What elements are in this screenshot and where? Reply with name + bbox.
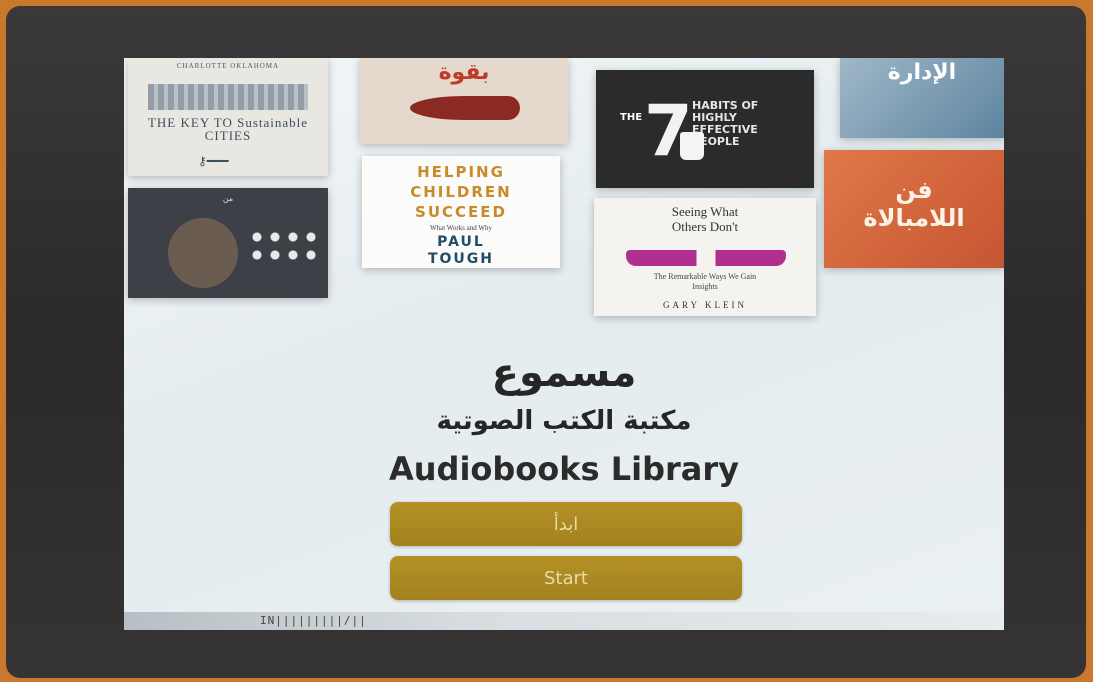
book-title: THE KEY TO Sustainable CITIES: [147, 115, 309, 143]
key-icon: ⚷━━━: [198, 154, 229, 168]
dots-graphic: [248, 228, 318, 268]
status-code: IN|||||||||/||: [260, 614, 367, 627]
app-screen: CHARLOTTE OKLAHOMA THE KEY TO Sustainabl…: [124, 58, 1004, 630]
book-title: بقوة: [438, 60, 490, 85]
book-title: HELPING CHILDREN SUCCEED: [410, 163, 512, 221]
book-title: الإدارة: [887, 60, 957, 85]
book-subtitle: The Remarkable Ways We Gain Insights: [653, 272, 757, 291]
brand-logo: مسموع: [491, 350, 637, 396]
start-button-ar[interactable]: ابدأ: [390, 502, 742, 546]
lute-graphic: [410, 96, 520, 120]
book-title: فن اللامبالاة: [863, 176, 965, 232]
sunglasses-graphic: [626, 250, 786, 266]
book-cover-ar-1[interactable]: بقوة: [360, 58, 568, 144]
book-cover-art-of-not-caring[interactable]: فن اللامبالاة: [824, 150, 1004, 268]
book-cover-management[interactable]: الإدارة: [840, 58, 1004, 138]
page-title-ar: مكتبة الكتب الصوتية: [436, 406, 692, 436]
book-author: PAUL TOUGH: [427, 234, 495, 267]
book-title: Seeing What Others Don't: [671, 204, 739, 234]
book-title: HABITS OF HIGHLY EFFECTIVE PEOPLE: [692, 99, 759, 148]
page-title-en: Audiobooks Library: [388, 450, 740, 488]
bottom-status-strip: IN|||||||||/||: [124, 612, 1004, 630]
city-skyline-graphic: [148, 84, 308, 110]
book-subtitle: What Works and Why: [430, 224, 492, 232]
kiosk-frame: CHARLOTTE OKLAHOMA THE KEY TO Sustainabl…: [6, 6, 1086, 678]
book-title-prefix: THE: [620, 112, 643, 123]
book-cover-7-habits[interactable]: THE 7 HABITS OF HIGHLY EFFECTIVE PEOPLE: [596, 70, 814, 188]
book-cover-helping-children[interactable]: HELPING CHILDREN SUCCEED What Works and …: [362, 156, 560, 268]
book-cover-seeing-what-others[interactable]: Seeing What Others Don't The Remarkable …: [594, 198, 816, 316]
book-author: GARY KLEIN: [663, 300, 747, 310]
face-illustration: [168, 218, 238, 288]
book-cover-ar-2[interactable]: من: [128, 188, 328, 298]
book-title: من: [222, 194, 234, 203]
book-cover-sustainable-cities[interactable]: CHARLOTTE OKLAHOMA THE KEY TO Sustainabl…: [128, 58, 328, 176]
coffee-cup-graphic: [680, 132, 704, 160]
book-top-text: CHARLOTTE OKLAHOMA: [176, 62, 280, 70]
start-button-en[interactable]: Start: [390, 556, 742, 600]
